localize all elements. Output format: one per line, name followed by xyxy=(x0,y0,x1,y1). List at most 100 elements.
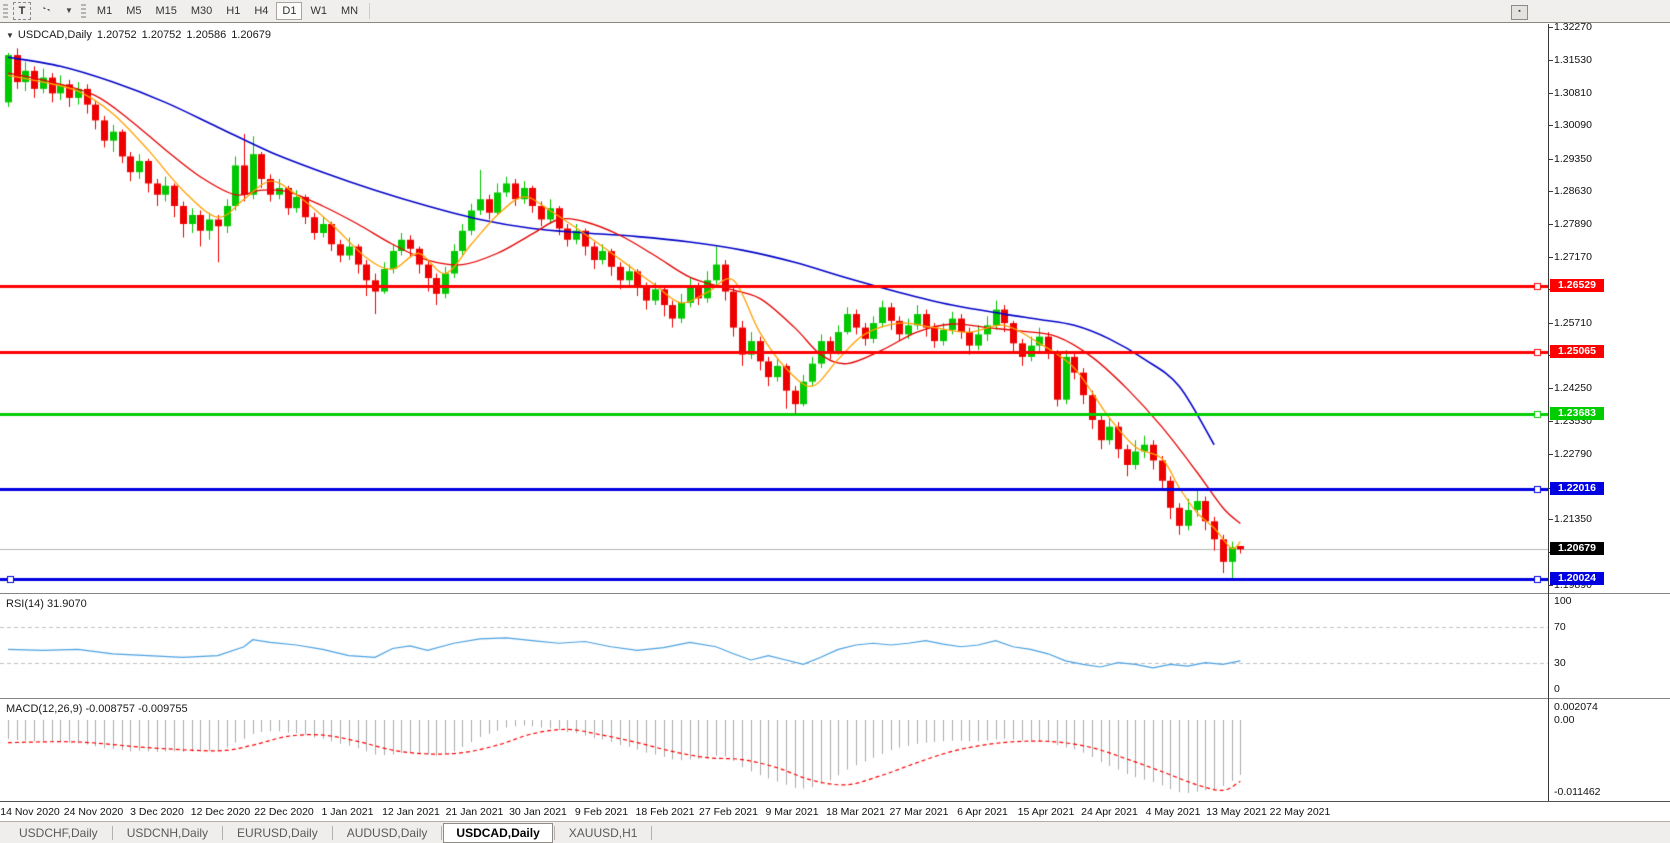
chart-tab-AUDUSD[interactable]: AUDUSD,Daily xyxy=(334,823,441,843)
date-tick-label: 22 May 2021 xyxy=(1269,806,1331,818)
tab-separator xyxy=(651,825,653,840)
chart-tab-USDCNH[interactable]: USDCNH,Daily xyxy=(114,823,221,843)
rsi-indicator-label: RSI(14) 31.9070 xyxy=(6,598,87,610)
price-tick-mark xyxy=(1548,454,1553,455)
ohlc-close: 1.20679 xyxy=(231,29,271,41)
price-tick-label: 1.29350 xyxy=(1554,153,1592,165)
date-tick-label: 27 Mar 2021 xyxy=(889,806,949,818)
rsi-axis-label: 70 xyxy=(1554,621,1566,633)
timeframe-button-D1[interactable]: D1 xyxy=(276,2,303,20)
chart-tab-USDCAD[interactable]: USDCAD,Daily xyxy=(443,822,553,843)
date-tick-label: 3 Dec 2020 xyxy=(130,806,184,818)
timeframe-button-group: M1 M5 M15 M30 H1 H4 D1 W1 MN xyxy=(91,2,364,20)
date-tick-label: 27 Feb 2021 xyxy=(699,806,758,818)
macd-axis-label: 0.00 xyxy=(1554,714,1575,726)
price-tick-label: 1.24250 xyxy=(1554,382,1592,394)
timeframe-button-W1[interactable]: W1 xyxy=(304,2,333,20)
date-tick-label: 12 Dec 2020 xyxy=(190,806,251,818)
price-line-badge: 1.26529 xyxy=(1550,279,1604,292)
price-tick-label: 1.30090 xyxy=(1554,119,1592,131)
ohlc-high: 1.20752 xyxy=(141,29,182,41)
chart-tab-EURUSD[interactable]: EURUSD,Daily xyxy=(224,823,331,843)
symbol-caret-icon[interactable]: ▼ xyxy=(6,31,14,40)
macd-axis-label: 0.002074 xyxy=(1554,701,1598,713)
date-tick-label: 21 Jan 2021 xyxy=(445,806,504,818)
pane-splitter-rsi xyxy=(0,594,1670,595)
timeframe-button-M5[interactable]: M5 xyxy=(120,2,147,20)
date-tick-label: 14 Nov 2020 xyxy=(0,806,60,818)
price-line-badge: 1.20024 xyxy=(1550,572,1604,585)
date-tick-label: 1 Jan 2021 xyxy=(321,806,374,818)
timeframe-button-M30[interactable]: M30 xyxy=(185,2,218,20)
price-tick-label: 1.31530 xyxy=(1554,54,1592,66)
chart-tab-bar: USDCHF,Daily USDCNH,Daily EURUSD,Daily AUDU… xyxy=(0,821,1670,843)
date-tick-label: 30 Jan 2021 xyxy=(509,806,567,818)
price-tick-mark xyxy=(1548,191,1553,192)
date-tick-label: 9 Feb 2021 xyxy=(574,806,629,818)
toolbar-overflow-button[interactable]: ▪ xyxy=(1511,5,1528,20)
tab-separator xyxy=(331,825,333,840)
price-line-badge: 1.22016 xyxy=(1550,482,1604,495)
price-tick-mark xyxy=(1548,125,1553,126)
price-tick-mark xyxy=(1548,519,1553,520)
rsi-axis-label: 0 xyxy=(1554,683,1560,695)
price-tick-label: 1.32270 xyxy=(1554,21,1592,33)
chart-symbol-label: USDCAD,Daily xyxy=(17,29,92,41)
toolbar-separator xyxy=(369,3,371,19)
timeframe-button-H1[interactable]: H1 xyxy=(220,2,246,20)
ohlc-open: 1.20752 xyxy=(96,29,137,41)
tab-separator xyxy=(441,825,443,840)
price-tick-label: 1.27890 xyxy=(1554,218,1592,230)
price-tick-mark xyxy=(1548,27,1553,28)
chart-tab-USDCHF[interactable]: USDCHF,Daily xyxy=(6,823,111,843)
price-tick-mark xyxy=(1548,93,1553,94)
price-line-badge: 1.25065 xyxy=(1550,345,1604,358)
tab-separator xyxy=(553,825,555,840)
tab-separator xyxy=(111,825,113,840)
price-tick-mark xyxy=(1548,585,1553,586)
price-tick-label: 1.28630 xyxy=(1554,185,1592,197)
price-tick-mark xyxy=(1548,388,1553,389)
date-tick-label: 24 Nov 2020 xyxy=(63,806,124,818)
price-tick-label: 1.30810 xyxy=(1554,87,1592,99)
price-tick-label: 1.22790 xyxy=(1554,448,1592,460)
price-tick-mark xyxy=(1548,421,1553,422)
timeframe-button-M15[interactable]: M15 xyxy=(149,2,182,20)
arrows-tool-button[interactable] xyxy=(33,2,60,20)
date-tick-label: 22 Dec 2020 xyxy=(254,806,314,818)
price-tick-label: 1.25710 xyxy=(1554,317,1592,329)
timeframe-button-M1[interactable]: M1 xyxy=(91,2,118,20)
price-axis-line xyxy=(1548,24,1549,801)
date-tick-label: 9 Mar 2021 xyxy=(765,806,819,818)
ohlc-low: 1.20586 xyxy=(186,29,227,41)
date-tick-label: 15 Apr 2021 xyxy=(1017,806,1075,818)
macd-pane-canvas[interactable] xyxy=(0,700,1548,801)
price-tick-mark xyxy=(1548,60,1553,61)
timeframe-button-MN[interactable]: MN xyxy=(335,2,364,20)
text-label-tool-button[interactable]: T xyxy=(13,2,31,20)
date-tick-label: 12 Jan 2021 xyxy=(382,806,440,818)
date-tick-label: 4 May 2021 xyxy=(1145,806,1201,818)
date-tick-label: 6 Apr 2021 xyxy=(957,806,1008,818)
current-price-badge: 1.20679 xyxy=(1550,542,1604,555)
rsi-pane-canvas[interactable] xyxy=(0,595,1548,698)
date-tick-label: 24 Apr 2021 xyxy=(1081,806,1138,818)
price-tick-mark xyxy=(1548,257,1553,258)
main-chart-canvas[interactable] xyxy=(0,24,1548,593)
price-tick-mark xyxy=(1548,159,1553,160)
price-tick-mark xyxy=(1548,323,1553,324)
toolbar-grip[interactable] xyxy=(80,4,86,18)
rsi-axis-label: 100 xyxy=(1554,595,1572,607)
timeframe-button-H4[interactable]: H4 xyxy=(248,2,274,20)
price-tick-mark xyxy=(1548,224,1553,225)
mt4-window: T ▼ M1 M5 M15 M30 H1 H4 D1 W1 MN ▪ ▼ USDCAD,Daily… xyxy=(0,0,1670,843)
price-line-badge: 1.23683 xyxy=(1550,407,1604,420)
price-tick-label: 1.27170 xyxy=(1554,251,1592,263)
arrows-dropdown-caret-icon[interactable]: ▼ xyxy=(62,2,76,20)
price-tick-label: 1.21350 xyxy=(1554,513,1592,525)
toolbar-grip[interactable] xyxy=(3,4,8,18)
tab-separator xyxy=(222,825,224,840)
arrows-tool-icon xyxy=(39,4,54,18)
macd-indicator-label: MACD(12,26,9) -0.008757 -0.009755 xyxy=(6,703,188,715)
chart-tab-XAUUSD[interactable]: XAUUSD,H1 xyxy=(556,823,651,843)
